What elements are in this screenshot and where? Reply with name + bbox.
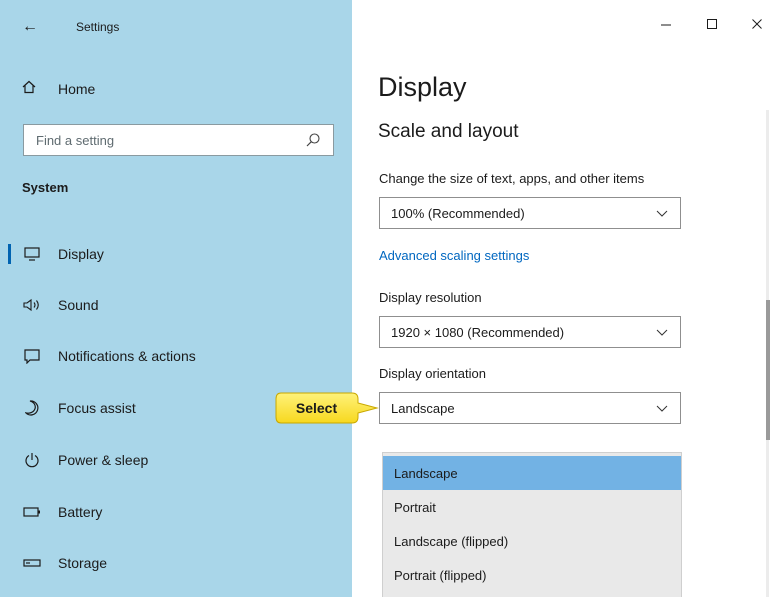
page-title: Display xyxy=(378,72,467,102)
sidebar-item-display[interactable]: Display xyxy=(0,236,352,272)
option-landscape-flipped[interactable]: Landscape (flipped) xyxy=(383,524,681,558)
search-icon[interactable] xyxy=(305,132,321,148)
orientation-dropdown[interactable]: Landscape xyxy=(379,392,681,424)
sidebar-item-battery[interactable]: Battery xyxy=(0,494,352,530)
app-title: Settings xyxy=(76,20,120,34)
sidebar-item-label: Sound xyxy=(58,297,99,313)
sidebar-item-label: Storage xyxy=(58,555,108,571)
chevron-down-icon xyxy=(656,329,668,336)
chevron-down-icon xyxy=(656,405,668,412)
resolution-dropdown[interactable]: 1920 × 1080 (Recommended) xyxy=(379,316,681,348)
callout-text: Select xyxy=(295,400,338,416)
option-landscape[interactable]: Landscape xyxy=(383,456,681,490)
sidebar-item-home[interactable]: Home xyxy=(22,78,95,100)
option-portrait-flipped[interactable]: Portrait (flipped) xyxy=(383,558,681,592)
sidebar-item-label: Display xyxy=(58,246,104,262)
scale-dropdown[interactable]: 100% (Recommended) xyxy=(379,197,681,229)
search-box[interactable] xyxy=(23,124,334,156)
sidebar-item-notifications[interactable]: Notifications & actions xyxy=(0,338,352,374)
scrollbar-thumb[interactable] xyxy=(766,300,770,440)
section-heading: Scale and layout xyxy=(378,121,519,142)
sidebar: ← Settings Home System Display Sound Not… xyxy=(0,0,352,597)
sidebar-item-sound[interactable]: Sound xyxy=(0,287,352,323)
search-input[interactable] xyxy=(36,132,305,148)
sidebar-item-label: Battery xyxy=(58,504,103,520)
monitor-icon xyxy=(22,244,42,264)
sidebar-item-label: Power & sleep xyxy=(58,452,149,468)
resolution-label: Display resolution xyxy=(379,290,482,305)
main-content: Display Scale and layout Change the size… xyxy=(352,0,771,597)
back-arrow-icon: ← xyxy=(22,18,38,35)
scale-label: Change the size of text, apps, and other… xyxy=(379,171,645,186)
message-icon xyxy=(22,346,42,366)
resolution-value: 1920 × 1080 (Recommended) xyxy=(391,324,565,340)
orientation-options-list: Landscape Portrait Landscape (flipped) P… xyxy=(382,452,682,597)
sidebar-item-label: Focus assist xyxy=(58,400,136,416)
back-button[interactable]: ← xyxy=(22,18,38,36)
section-heading: System xyxy=(22,180,69,195)
battery-icon xyxy=(22,502,42,522)
sidebar-item-label: Notifications & actions xyxy=(58,348,196,364)
scale-value: 100% (Recommended) xyxy=(391,205,525,221)
storage-icon xyxy=(22,553,42,573)
orientation-label: Display orientation xyxy=(379,366,486,381)
option-portrait[interactable]: Portrait xyxy=(383,490,681,524)
sidebar-item-label: Home xyxy=(58,81,96,97)
sidebar-item-storage[interactable]: Storage xyxy=(0,545,352,581)
select-callout: Select xyxy=(275,392,379,424)
sidebar-item-power-sleep[interactable]: Power & sleep xyxy=(0,442,352,478)
moon-icon xyxy=(22,398,42,418)
orientation-value: Landscape xyxy=(391,400,455,416)
home-icon xyxy=(22,80,44,98)
chevron-down-icon xyxy=(656,210,668,217)
speaker-icon xyxy=(22,295,42,315)
power-icon xyxy=(22,450,42,470)
advanced-scaling-link[interactable]: Advanced scaling settings xyxy=(379,248,529,263)
